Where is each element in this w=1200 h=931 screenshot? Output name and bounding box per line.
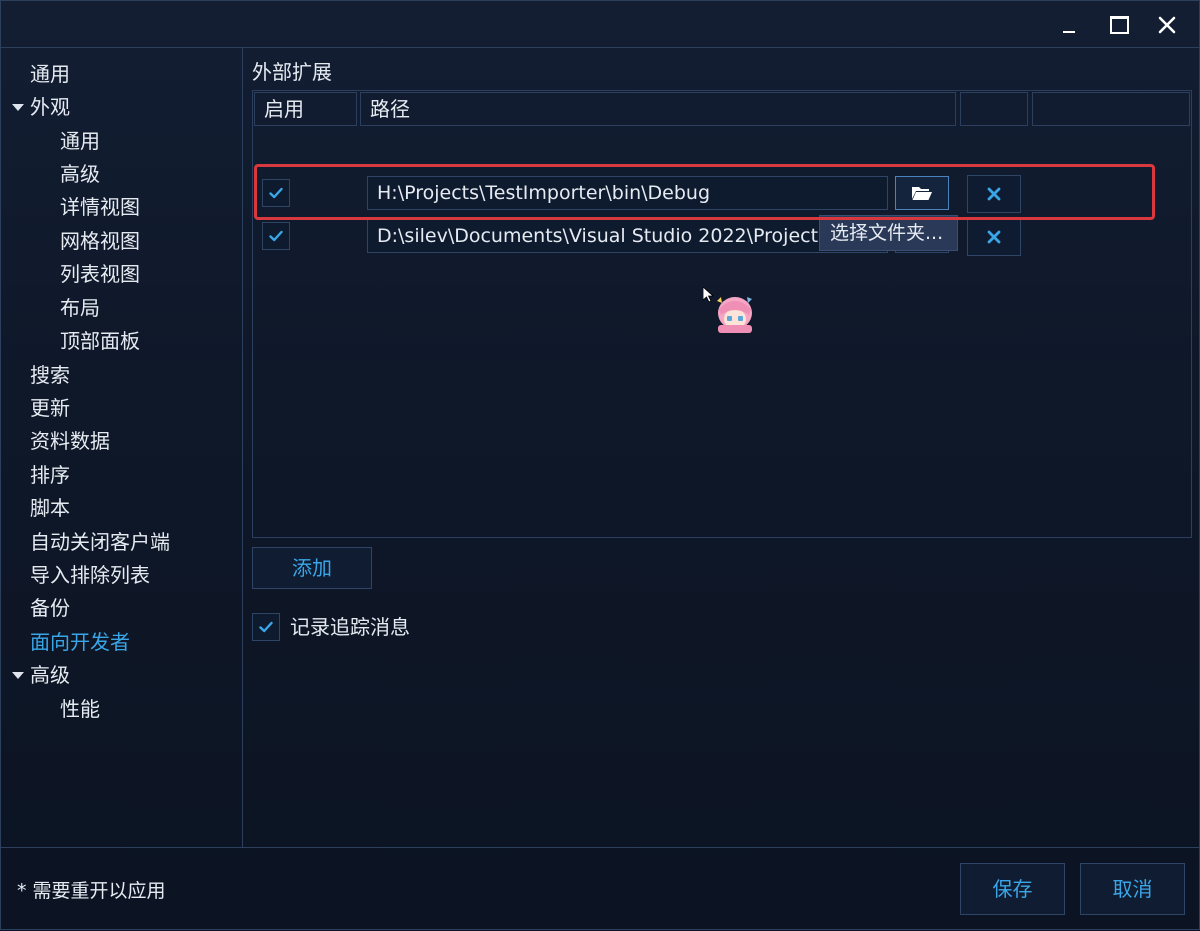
sidebar-item-label: 面向开发者 bbox=[30, 630, 130, 654]
close-icon bbox=[987, 230, 1001, 244]
sidebar-item-label: 网格视图 bbox=[60, 229, 140, 253]
caret-down-icon[interactable] bbox=[12, 672, 24, 679]
mascot-cursor-icon bbox=[703, 287, 752, 333]
sidebar-item-label: 资料数据 bbox=[30, 429, 110, 453]
sidebar-item-advanced[interactable]: 高级 bbox=[12, 661, 70, 689]
sidebar-item-performance[interactable]: 性能 bbox=[60, 695, 100, 723]
browse-folder-tooltip: 选择文件夹... bbox=[819, 215, 958, 251]
sidebar-item-details-view[interactable]: 详情视图 bbox=[60, 193, 140, 221]
dialog-footer: * 需要重开以应用 保存 取消 bbox=[1, 847, 1200, 931]
sidebar-item-label: 通用 bbox=[60, 129, 100, 153]
checkmark-icon bbox=[269, 187, 283, 199]
checkmark-icon bbox=[269, 230, 283, 242]
sidebar-item-layout[interactable]: 布局 bbox=[60, 294, 100, 322]
minimize-icon bbox=[1063, 31, 1075, 33]
row-1-enabled-checkbox[interactable] bbox=[262, 179, 290, 207]
extensions-table: 启用 路径 H:\Projects\TestImporter\bin\Debug bbox=[252, 90, 1192, 538]
sidebar-item-label: 脚本 bbox=[30, 496, 70, 520]
trace-messages-checkbox[interactable] bbox=[252, 613, 280, 641]
sidebar-item-label: 列表视图 bbox=[60, 262, 140, 286]
row-1-remove-button[interactable] bbox=[967, 175, 1021, 213]
sidebar-item-auto-close-client[interactable]: 自动关闭客户端 bbox=[30, 528, 170, 556]
sidebar-item-label: 备份 bbox=[30, 596, 70, 620]
section-title: 外部扩展 bbox=[252, 60, 332, 84]
sidebar-item-label: 搜索 bbox=[30, 363, 70, 387]
row-2-remove-button[interactable] bbox=[967, 218, 1021, 256]
sidebar-item-label: 顶部面板 bbox=[60, 329, 140, 353]
close-icon bbox=[987, 187, 1001, 201]
row-2-enabled-checkbox[interactable] bbox=[262, 222, 290, 250]
sidebar-item-search[interactable]: 搜索 bbox=[30, 361, 70, 389]
sidebar-item-label: 高级 bbox=[60, 162, 100, 186]
save-button[interactable]: 保存 bbox=[960, 863, 1065, 915]
trace-messages-label[interactable]: 记录追踪消息 bbox=[290, 612, 410, 642]
sidebar-item-general[interactable]: 通用 bbox=[30, 60, 70, 88]
cancel-button[interactable]: 取消 bbox=[1080, 863, 1185, 915]
column-header-enabled[interactable]: 启用 bbox=[254, 92, 357, 126]
row-1-browse-folder-button[interactable] bbox=[895, 176, 949, 210]
sidebar-item-metadata[interactable]: 资料数据 bbox=[30, 427, 110, 455]
sidebar-item-label: 性能 bbox=[60, 697, 100, 721]
sidebar-item-grid-view[interactable]: 网格视图 bbox=[60, 227, 140, 255]
sidebar-item-developers[interactable]: 面向开发者 bbox=[30, 628, 130, 656]
checkmark-icon bbox=[259, 621, 273, 633]
settings-main-panel: 外部扩展 启用 路径 H:\Projects\TestImporter\bin\… bbox=[243, 47, 1200, 847]
sidebar-item-label: 排序 bbox=[30, 463, 70, 487]
sidebar-item-import-exclusions[interactable]: 导入排除列表 bbox=[30, 561, 150, 589]
sidebar-item-updates[interactable]: 更新 bbox=[30, 394, 70, 422]
sidebar-item-appearance-general[interactable]: 通用 bbox=[60, 127, 100, 155]
column-header-remove[interactable] bbox=[1032, 92, 1190, 126]
sidebar-item-label: 详情视图 bbox=[60, 195, 140, 219]
close-window-button[interactable] bbox=[1147, 9, 1187, 41]
sidebar-item-label: 高级 bbox=[30, 663, 70, 687]
title-bar bbox=[1, 1, 1200, 47]
column-header-browse[interactable] bbox=[960, 92, 1028, 126]
sidebar-item-label: 通用 bbox=[30, 62, 70, 86]
restart-note: * 需要重开以应用 bbox=[17, 880, 166, 902]
sidebar-item-label: 自动关闭客户端 bbox=[30, 530, 170, 554]
settings-sidebar: 通用 外观 通用 高级 详情视图 网格视图 列表视图 布局 顶部面板 搜索 更新… bbox=[1, 47, 243, 847]
sidebar-item-label: 更新 bbox=[30, 396, 70, 420]
maximize-icon bbox=[1109, 16, 1129, 34]
maximize-button[interactable] bbox=[1099, 9, 1139, 41]
sidebar-item-appearance-advanced[interactable]: 高级 bbox=[60, 160, 100, 188]
folder-open-icon bbox=[912, 187, 932, 200]
column-header-path[interactable]: 路径 bbox=[360, 92, 956, 126]
sidebar-item-top-panel[interactable]: 顶部面板 bbox=[60, 327, 140, 355]
minimize-button[interactable] bbox=[1049, 9, 1089, 41]
sidebar-item-label: 布局 bbox=[60, 296, 100, 320]
row-1-path-input[interactable]: H:\Projects\TestImporter\bin\Debug bbox=[367, 176, 888, 210]
sidebar-item-scripts[interactable]: 脚本 bbox=[30, 494, 70, 522]
sidebar-item-list-view[interactable]: 列表视图 bbox=[60, 260, 140, 288]
sidebar-item-label: 外观 bbox=[30, 95, 70, 119]
row-2-path-input[interactable]: D:\silev\Documents\Visual Studio 2022\Pr… bbox=[367, 219, 888, 253]
sidebar-item-appearance[interactable]: 外观 bbox=[12, 93, 70, 121]
settings-window: 通用 外观 通用 高级 详情视图 网格视图 列表视图 布局 顶部面板 搜索 更新… bbox=[0, 0, 1200, 930]
sidebar-item-sorting[interactable]: 排序 bbox=[30, 461, 70, 489]
caret-down-icon[interactable] bbox=[12, 104, 24, 111]
close-icon bbox=[1158, 16, 1176, 34]
sidebar-item-backup[interactable]: 备份 bbox=[30, 594, 70, 622]
add-extension-button[interactable]: 添加 bbox=[252, 547, 372, 589]
sidebar-item-label: 导入排除列表 bbox=[30, 563, 150, 587]
